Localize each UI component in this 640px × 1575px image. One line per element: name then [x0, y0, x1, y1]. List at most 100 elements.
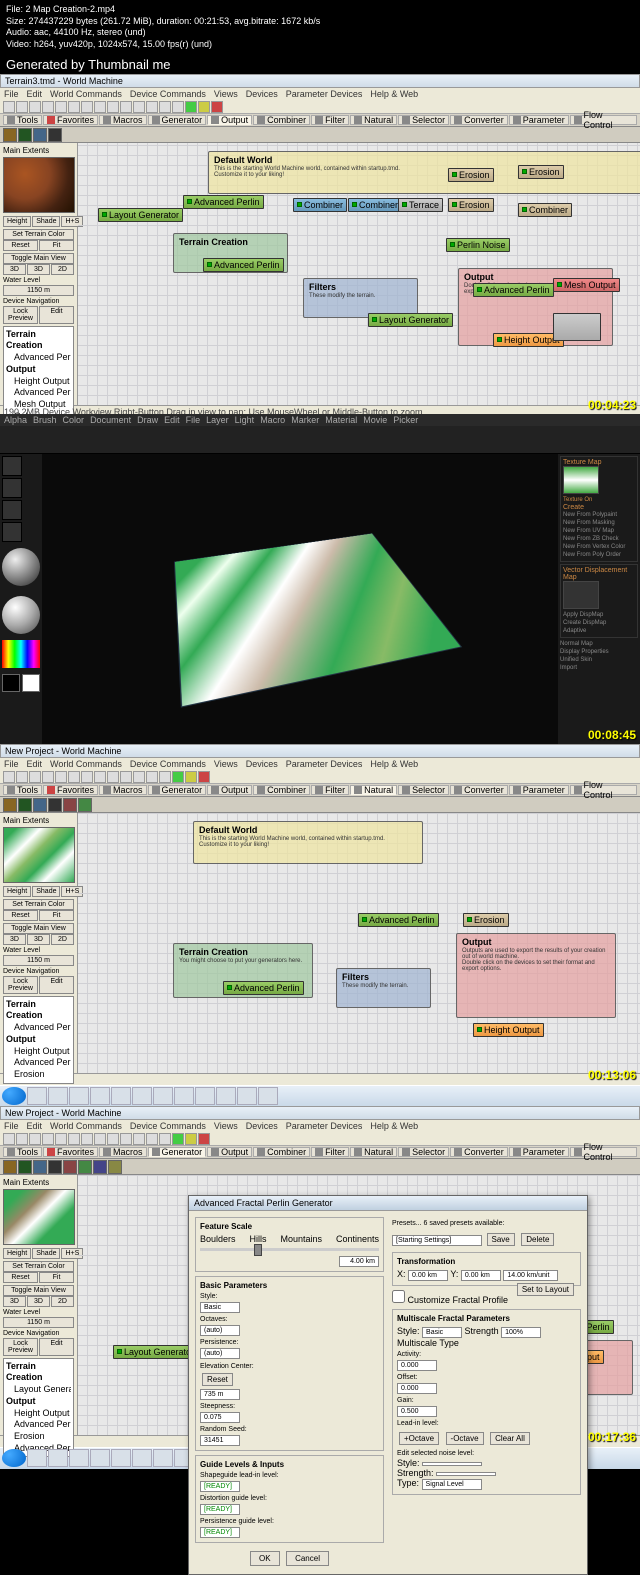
taskbar-item[interactable]	[153, 1087, 173, 1105]
terrain-preview[interactable]	[3, 1189, 75, 1245]
zb-menu[interactable]: File	[186, 415, 201, 425]
tool-icon[interactable]	[68, 101, 80, 113]
menu-world[interactable]: World Commands	[50, 89, 122, 99]
tool-icon[interactable]	[68, 771, 80, 783]
btn-edit[interactable]: Edit	[39, 306, 74, 324]
node-erosion[interactable]: Erosion	[448, 198, 494, 212]
preset-select[interactable]: [Starting Settings]	[392, 1235, 482, 1246]
tab-filter[interactable]: Filter	[311, 785, 349, 795]
menu-edit[interactable]: Edit	[27, 89, 43, 99]
btn-fit[interactable]: Fit	[39, 1272, 74, 1283]
tool-icon[interactable]	[16, 101, 28, 113]
tool-icon[interactable]	[68, 1133, 80, 1145]
tab-selector[interactable]: Selector	[398, 1147, 449, 1157]
group-filters[interactable]: Filters These modify the terrain.	[336, 968, 431, 1008]
btn-fit[interactable]: Fit	[39, 910, 74, 921]
tab-natural[interactable]: Natural	[350, 115, 397, 125]
tab-filter[interactable]: Filter	[311, 1147, 349, 1157]
device-tree[interactable]: Terrain Creation Layout Generator Output…	[3, 1358, 74, 1458]
btn-shade[interactable]: Shade	[32, 886, 60, 897]
tool-icon[interactable]	[42, 101, 54, 113]
tree-item[interactable]: Advanced Perlin	[6, 1057, 71, 1069]
node-advanced-perlin[interactable]: Advanced Perlin	[358, 913, 439, 927]
node-terrace[interactable]: Terrace	[398, 198, 443, 212]
group-default-world[interactable]: Default World This is the starting World…	[208, 151, 640, 194]
btn-3d[interactable]: 3D	[3, 934, 26, 945]
menu-views[interactable]: Views	[214, 89, 238, 99]
tab-selector[interactable]: Selector	[398, 785, 449, 795]
btn-2d[interactable]: 2D	[51, 934, 74, 945]
tree-item[interactable]: Advanced Perlin	[6, 352, 71, 364]
zb-menu[interactable]: Light	[235, 415, 255, 425]
btn-save-preset[interactable]: Save	[487, 1233, 515, 1246]
tool-icon[interactable]	[172, 771, 184, 783]
taskbar-item[interactable]	[111, 1087, 131, 1105]
tab-favorites[interactable]: Favorites	[43, 115, 98, 125]
menu-file[interactable]: File	[4, 1121, 19, 1131]
tab-parameter[interactable]: Parameter	[509, 785, 569, 795]
menu-device[interactable]: Device Commands	[130, 759, 206, 769]
btn-set-layout[interactable]: Set to Layout	[517, 1283, 574, 1296]
tab-parameter[interactable]: Parameter	[509, 115, 569, 125]
menu-device[interactable]: Device Commands	[130, 89, 206, 99]
menu-edit[interactable]: Edit	[27, 759, 43, 769]
tool-icon[interactable]	[185, 771, 197, 783]
btn-edit[interactable]: Edit	[39, 976, 74, 994]
tab-generator[interactable]: Generator	[148, 785, 207, 795]
tool-icon[interactable]	[185, 101, 197, 113]
btn-toggle-main[interactable]: Toggle Main View	[3, 923, 74, 934]
tool-icon[interactable]	[29, 771, 41, 783]
node-perlin-noise[interactable]: Perlin Noise	[446, 238, 510, 252]
zb-tool-icon[interactable]	[2, 500, 22, 520]
palette-item[interactable]	[48, 798, 62, 812]
menu-world[interactable]: World Commands	[50, 759, 122, 769]
taskbar-item[interactable]	[69, 1087, 89, 1105]
tree-item[interactable]: Output	[6, 364, 71, 376]
menu-file[interactable]: File	[4, 759, 19, 769]
btn-cancel[interactable]: Cancel	[286, 1551, 329, 1566]
tab-combiner[interactable]: Combiner	[253, 785, 310, 795]
persistence-input[interactable]: (auto)	[200, 1348, 240, 1359]
tool-icon[interactable]	[3, 101, 15, 113]
start-button[interactable]	[2, 1449, 26, 1467]
terrain-preview[interactable]	[3, 157, 75, 213]
tab-converter[interactable]: Converter	[450, 785, 508, 795]
menu-help[interactable]: Help & Web	[370, 759, 418, 769]
tool-icon[interactable]	[146, 771, 158, 783]
taskbar-item[interactable]	[90, 1449, 110, 1467]
node-layout-generator[interactable]: Layout Generator	[368, 313, 453, 327]
tool-icon[interactable]	[107, 771, 119, 783]
taskbar-item[interactable]	[174, 1087, 194, 1105]
gain-input[interactable]: 0.500	[397, 1406, 437, 1417]
btn-height[interactable]: Height	[3, 1248, 31, 1259]
tab-converter[interactable]: Converter	[450, 1147, 508, 1157]
tab-selector[interactable]: Selector	[398, 115, 449, 125]
color-picker[interactable]	[2, 640, 40, 668]
noise-style[interactable]	[422, 1462, 482, 1466]
water-value[interactable]: 1150 m	[3, 285, 74, 296]
node-combiner[interactable]: Combiner	[348, 198, 402, 212]
tab-tools[interactable]: Tools	[3, 115, 42, 125]
tree-item[interactable]: Height Output	[6, 376, 71, 388]
btn-set-terrain-color[interactable]: Set Terrain Color	[3, 229, 74, 240]
activity-input[interactable]: 0.000	[397, 1360, 437, 1371]
palette-item[interactable]	[18, 1160, 32, 1174]
tool-icon[interactable]	[120, 771, 132, 783]
zb-menu[interactable]: Layer	[206, 415, 229, 425]
start-button[interactable]	[2, 1087, 26, 1105]
group-filters[interactable]: Filters These modify the terrain.	[303, 278, 418, 318]
tree-item[interactable]: Output	[6, 1396, 71, 1408]
zb-menu[interactable]: Color	[63, 415, 85, 425]
btn-3d2[interactable]: 3D	[27, 1296, 50, 1307]
palette-item[interactable]	[3, 1160, 17, 1174]
panel-header[interactable]: Unified Skin	[560, 656, 638, 664]
tool-icon[interactable]	[42, 1133, 54, 1145]
terrain-mesh[interactable]	[174, 533, 462, 708]
tool-icon[interactable]	[94, 771, 106, 783]
taskbar-item[interactable]	[27, 1087, 47, 1105]
elevation-input[interactable]: 735 m	[200, 1389, 240, 1400]
btn-lock-preview[interactable]: Lock Preview	[3, 976, 38, 994]
zb-option[interactable]: New From Masking	[563, 519, 635, 527]
tree-item[interactable]: Height Output	[6, 1046, 71, 1058]
tab-tools[interactable]: Tools	[3, 1147, 42, 1157]
